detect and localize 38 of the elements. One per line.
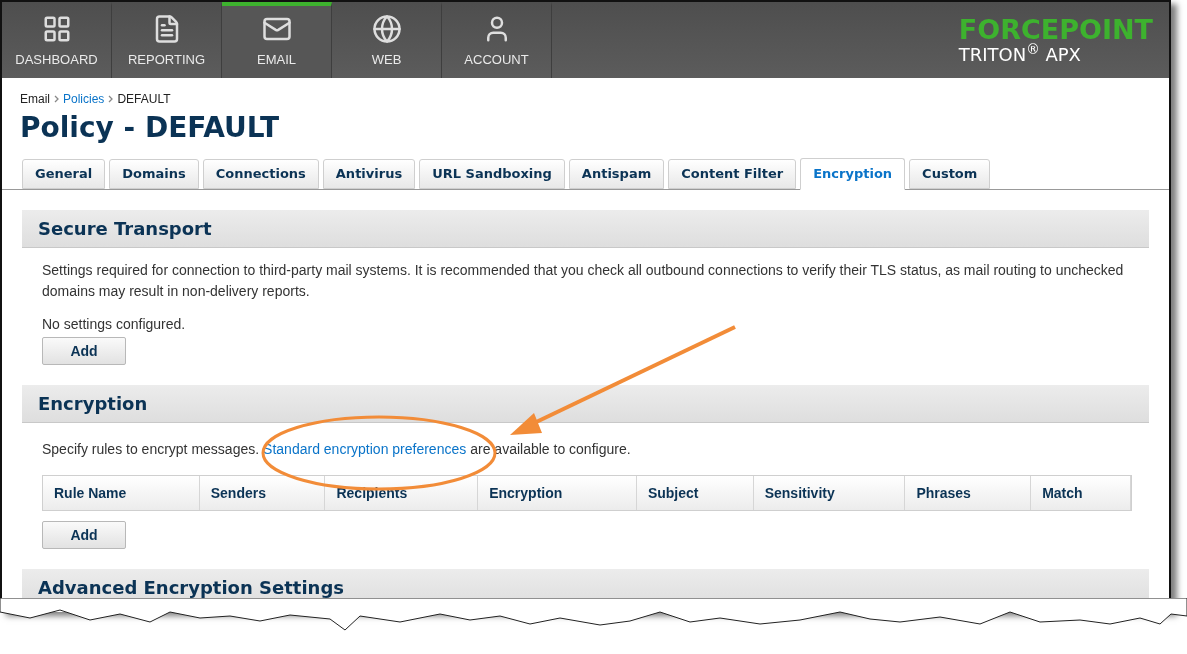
tab[interactable]: General <box>22 159 106 189</box>
add-button[interactable]: Add <box>42 521 126 549</box>
description-text: Specify rules to encrypt messages. <box>42 440 260 459</box>
column-header: Phrases <box>905 476 1032 510</box>
tab[interactable]: Antivirus <box>322 159 416 189</box>
column-header: Subject <box>636 476 754 510</box>
add-button[interactable]: Add <box>42 337 126 365</box>
column-header: Senders <box>199 476 326 510</box>
description-text: are available to configure. <box>470 440 631 459</box>
column-header: Rule Name <box>43 476 200 510</box>
chevron-icon <box>108 95 114 103</box>
status-text: No settings configured. <box>42 315 187 334</box>
tab[interactable]: Encryption <box>800 158 906 190</box>
nav-item[interactable]: WEB <box>332 2 442 78</box>
tab[interactable]: Connections <box>202 159 319 189</box>
encryption-preferences-link[interactable]: Standard encryption preferences <box>263 439 467 460</box>
nav-item[interactable]: DASHBOARD <box>2 2 112 78</box>
breadcrumb-link[interactable]: Policies <box>63 90 105 108</box>
page-title: Policy - DEFAULT <box>19 110 281 146</box>
section-header: Secure Transport <box>22 210 1149 248</box>
tab[interactable]: Domains <box>109 159 199 189</box>
product-name: TRITON$^{®}$ APX <box>958 44 1081 66</box>
tab[interactable]: Content Filter <box>668 159 797 189</box>
tab[interactable]: URL Sandboxing <box>419 159 565 189</box>
nav-item[interactable]: EMAIL <box>222 2 332 78</box>
chevron-icon <box>54 95 59 103</box>
column-header: Encryption <box>478 476 637 510</box>
breadcrumb-item: Email <box>20 91 50 108</box>
section-header: Encryption <box>22 385 1149 423</box>
nav-item[interactable]: ACCOUNT <box>442 2 552 78</box>
column-header: Sensitivity <box>753 476 906 510</box>
tab[interactable]: Antispam <box>568 159 665 189</box>
column-header: Match <box>1031 476 1131 510</box>
section-description: Settings required for connection to third-party mail systems. It is recommended that you check all outbound connections to verify their TLS status, as mail routing to unchecked domains may result in non-delivery reports. <box>42 261 1125 301</box>
globe-icon <box>371 14 402 45</box>
tab[interactable]: Custom <box>909 159 991 189</box>
brand-logo: FORCEPOINT <box>958 16 1153 44</box>
breadcrumb-item: DEFAULT <box>117 91 171 108</box>
